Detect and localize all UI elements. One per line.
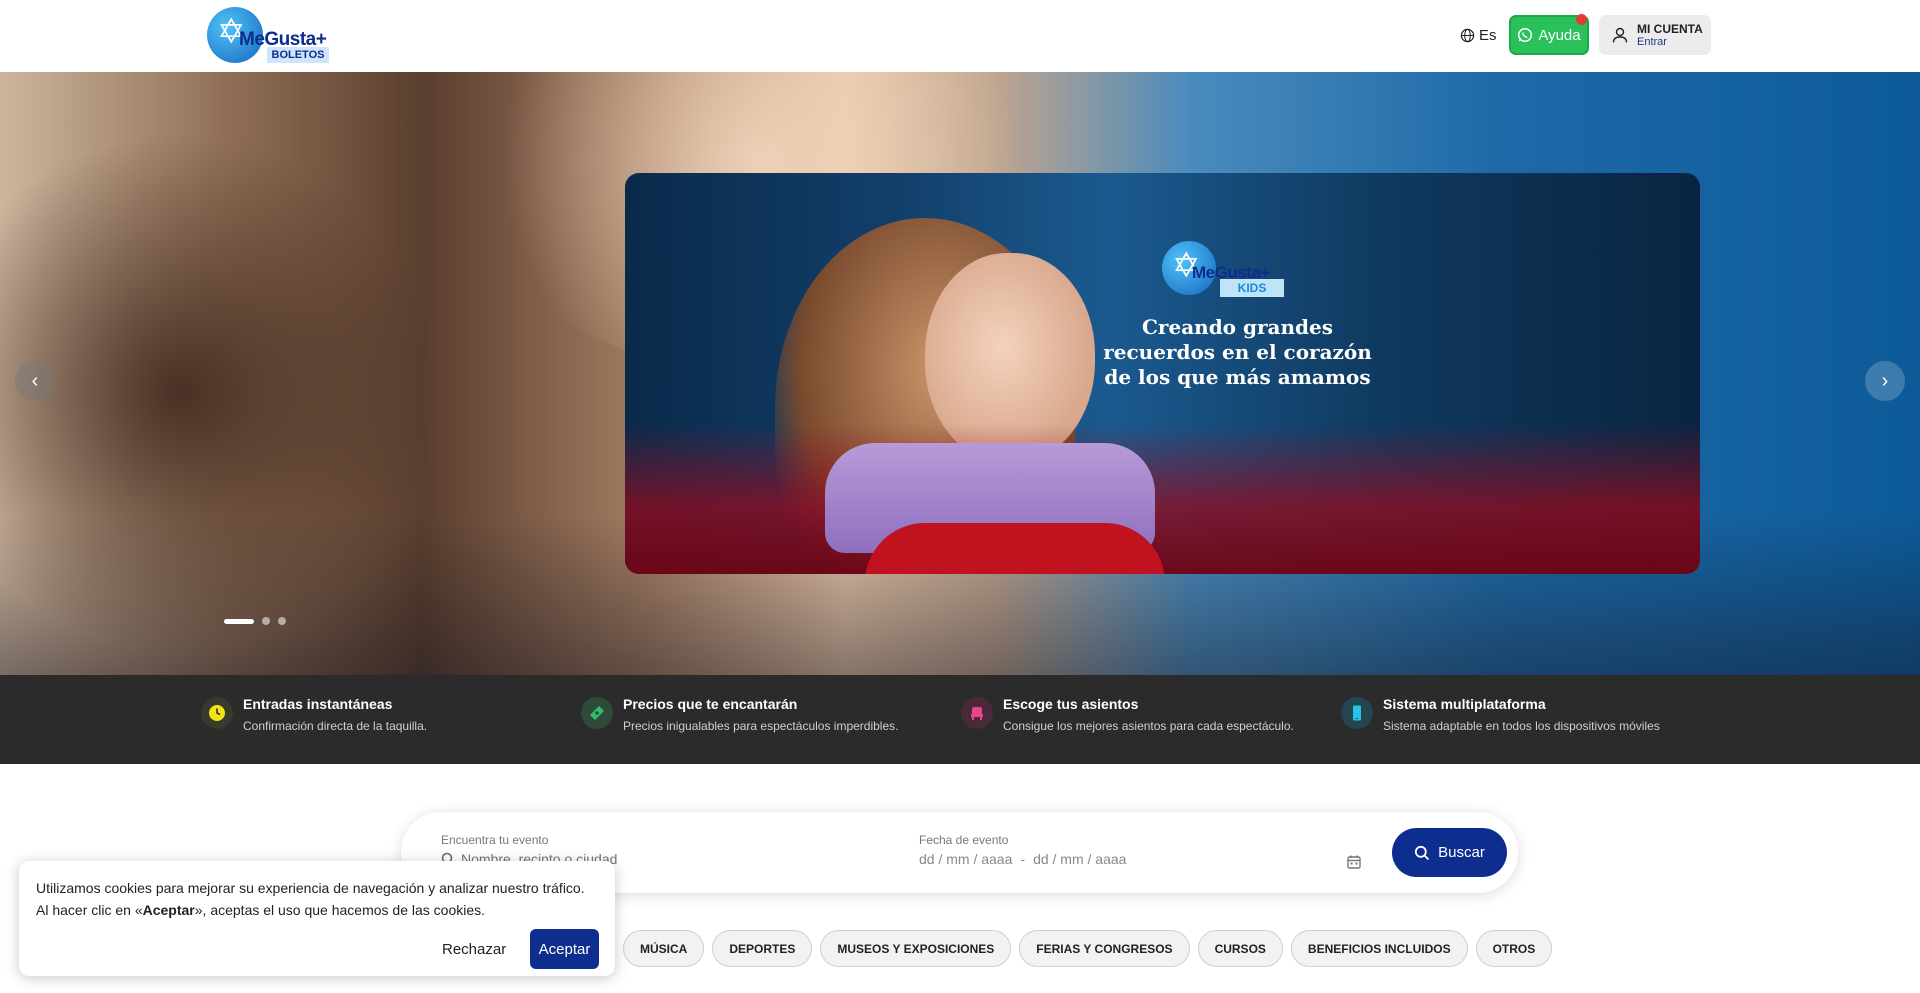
carousel-indicators [224,617,286,625]
globe-icon [1460,28,1475,42]
feature-title: Sistema multiplataforma [1383,696,1546,712]
feature-title: Escoge tus asientos [1003,696,1139,712]
account-login-link: Entrar [1637,36,1667,48]
account-title: MI CUENTA [1637,22,1703,36]
category-chip-otros[interactable]: OTROS [1475,930,1553,967]
carousel-slide[interactable]: ✡ MeGusta+ KIDS Creando grandes recuerdo… [625,173,1700,574]
help-button[interactable]: Ayuda [1509,14,1589,55]
category-chip-cursos[interactable]: CURSOS [1197,930,1283,967]
features-bar: Entradas instantáneas Confirmación direc… [0,675,1920,764]
notification-dot [1576,14,1587,25]
event-date-field: Fecha de evento dd / mm / aaaa - dd / mm… [919,833,1369,867]
feature-description: Precios inigualables para espectáculos i… [623,719,899,733]
language-label: Es [1479,26,1497,44]
user-icon [1612,27,1628,43]
slide-logo-subtitle: KIDS [1220,279,1284,297]
slide-caption: Creando grandes recuerdos en el corazón … [1103,315,1372,389]
carousel-dot-3[interactable] [278,617,286,625]
event-search-label: Encuentra tu evento [441,833,549,847]
feature-description: Consigue los mejores asientos para cada … [1003,719,1294,733]
search-button[interactable]: Buscar [1392,828,1507,877]
date-from-input[interactable]: dd / mm / aaaa [919,851,1012,867]
search-icon [1415,845,1430,860]
category-chip-museos[interactable]: MUSEOS Y EXPOSICIONES [820,930,1012,967]
feature-description: Confirmación directa de la taquilla. [243,719,428,733]
clock-icon [201,697,233,729]
seat-icon [961,697,993,729]
feature-title: Entradas instantáneas [243,696,393,712]
cookie-line2-suffix: », aceptas el uso que hacemos de las coo… [194,902,486,918]
cookie-message: Utilizamos cookies para mejorar su exper… [36,877,606,921]
slide-photo-seats [625,424,1700,574]
carousel-prev-button[interactable]: ‹ [15,361,55,401]
cookie-banner: Utilizamos cookies para mejorar su exper… [19,861,615,976]
site-header: ✡ MeGusta+ BOLETOS Es Ayuda MI CUENTA En… [0,0,1920,72]
slide-logo: ✡ MeGusta+ KIDS [1162,241,1292,301]
feature-item: Entradas instantáneas Confirmación direc… [201,695,427,735]
mobile-icon [1341,697,1373,729]
category-chip-ferias[interactable]: FERIAS Y CONGRESOS [1019,930,1190,967]
category-chip-beneficios[interactable]: BENEFICIOS INCLUIDOS [1290,930,1468,967]
feature-item: Escoge tus asientos Consigue los mejores… [961,695,1294,735]
chevron-left-icon: ‹ [31,369,39,392]
ticket-icon [581,697,613,729]
feature-item: Precios que te encantarán Precios inigua… [581,695,898,735]
feature-title: Precios que te encantarán [623,696,798,712]
help-label: Ayuda [1538,26,1581,44]
chevron-right-icon: › [1881,369,1889,392]
category-filters: MÚSICA DEPORTES MUSEOS Y EXPOSICIONES FE… [623,930,1553,967]
cookie-accept-button[interactable]: Aceptar [530,929,599,969]
carousel-dot-2[interactable] [262,617,270,625]
logo-subtitle: BOLETOS [267,47,329,63]
hero-carousel: ✡ MeGusta+ KIDS Creando grandes recuerdo… [0,72,1920,675]
account-button[interactable]: MI CUENTA Entrar [1599,15,1711,55]
cookie-reject-button[interactable]: Rechazar [442,929,506,969]
slide-photo-seat [865,523,1165,574]
date-range-separator: - [1020,851,1026,867]
event-date-label: Fecha de evento [919,833,1009,847]
whatsapp-icon [1518,27,1533,43]
feature-description: Sistema adaptable en todos los dispositi… [1383,719,1660,733]
carousel-dot-1[interactable] [224,618,254,624]
cookie-line2-prefix: Al hacer clic en « [36,902,143,918]
date-to-input[interactable]: dd / mm / aaaa [1033,851,1126,867]
site-logo[interactable]: ✡ MeGusta+ BOLETOS [207,7,333,65]
language-selector[interactable]: Es [1460,24,1497,46]
carousel-next-button[interactable]: › [1865,361,1905,401]
feature-item: Sistema multiplataforma Sistema adaptabl… [1341,695,1660,735]
category-chip-musica[interactable]: MÚSICA [623,930,705,967]
cookie-message-line1: Utilizamos cookies para mejorar su exper… [36,880,585,896]
search-button-label: Buscar [1438,844,1485,861]
category-chip-deportes[interactable]: DEPORTES [712,930,813,967]
calendar-icon[interactable] [1346,854,1362,875]
cookie-message-line2: Al hacer clic en «Aceptar», aceptas el u… [36,899,606,921]
cookie-line2-bold: Aceptar [142,902,195,918]
